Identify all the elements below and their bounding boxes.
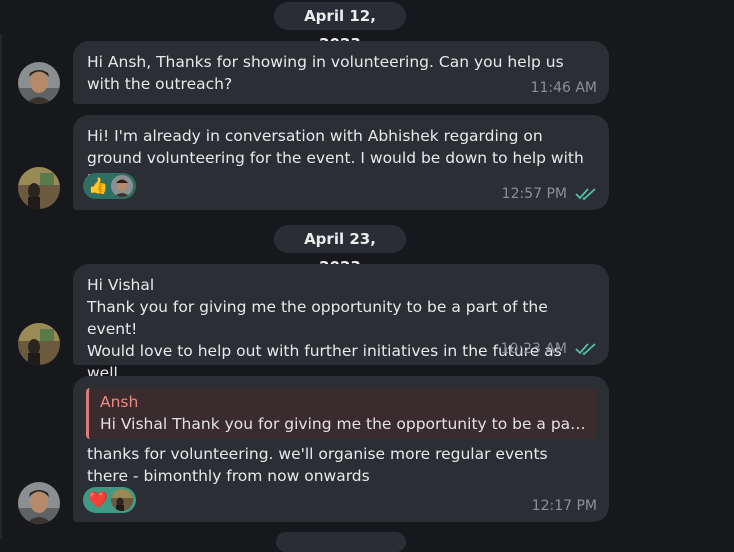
date-separator: April 12, 2023 — [274, 2, 406, 53]
message-time: 10:23 AM — [500, 341, 567, 357]
reply-quote[interactable]: Ansh Hi Vishal Thank you for giving me t… — [86, 388, 596, 439]
chat-history[interactable]: April 12, 2023 Hi Ansh, Thanks for showi… — [0, 0, 734, 552]
reply-author: Ansh — [100, 393, 139, 411]
date-separator: April 23, 2023 — [274, 225, 406, 276]
message-text: Hi! I'm already in conversation with Abh… — [87, 127, 584, 189]
message-bubble[interactable]: Hi Ansh, Thanks for showing in volunteer… — [73, 41, 609, 104]
reaction-chip[interactable]: 👍 — [83, 173, 136, 199]
message-meta: 12:57 PM — [502, 186, 597, 202]
message-text: Hi Vishal Thank you for giving me the op… — [87, 276, 562, 382]
panel-divider — [0, 34, 2, 539]
message-time: 12:17 PM — [531, 498, 597, 514]
reaction-chip[interactable]: ❤️ — [83, 487, 136, 513]
message-meta: 10:23 AM — [501, 341, 597, 357]
reply-text: Hi Vishal Thank you for giving me the op… — [100, 415, 586, 433]
message-meta: 12:17 PM — [532, 498, 597, 514]
heart-icon: ❤️ — [88, 490, 108, 509]
message-bubble[interactable]: Hi! I'm already in conversation with Abh… — [73, 115, 609, 210]
reactor-avatar — [111, 489, 133, 511]
date-separator-partial — [276, 532, 406, 552]
message-bubble[interactable]: Hi Vishal Thank you for giving me the op… — [73, 264, 609, 382]
message-meta: 11:46 AM — [531, 80, 597, 96]
message-time: 12:57 PM — [501, 186, 567, 202]
sender-avatar[interactable] — [18, 482, 60, 524]
message-time: 11:46 AM — [530, 80, 597, 96]
thumbs-up-icon: 👍 — [88, 176, 108, 195]
sender-avatar[interactable] — [18, 167, 60, 209]
sender-avatar[interactable] — [18, 323, 60, 365]
double-check-icon — [575, 188, 596, 201]
message-text: Hi Ansh, Thanks for showing in volunteer… — [87, 53, 564, 93]
message-bubble[interactable]: Ansh Hi Vishal Thank you for giving me t… — [73, 376, 609, 522]
double-check-icon — [575, 343, 596, 356]
message-text: thanks for volunteering. we'll organise … — [87, 445, 548, 485]
sender-avatar[interactable] — [18, 62, 60, 104]
reactor-avatar — [111, 175, 133, 197]
